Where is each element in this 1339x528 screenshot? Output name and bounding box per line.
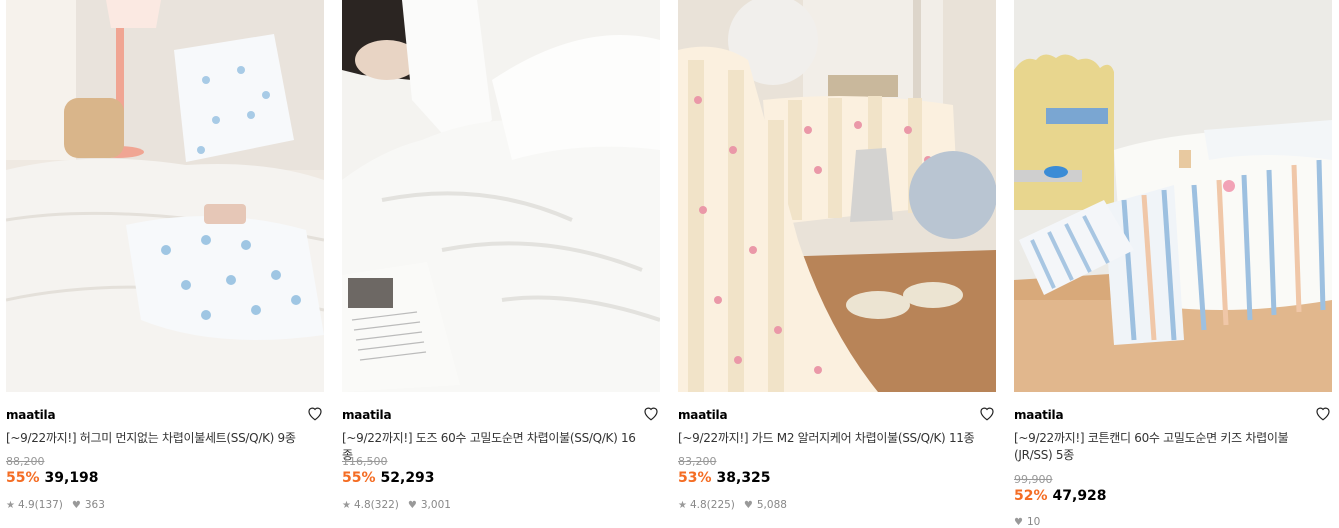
product-card[interactable]: maatila [~9/22까지!] 허그미 먼지없는 차렵이불세트(SS/Q/… xyxy=(6,0,324,511)
product-title[interactable]: [~9/22까지!] 코튼캔디 60수 고밀도순면 키즈 차렵이불(JR/SS)… xyxy=(1014,430,1314,464)
product-image[interactable] xyxy=(678,0,996,392)
product-title[interactable]: [~9/22까지!] 허그미 먼지없는 차렵이불세트(SS/Q/K) 9종 xyxy=(6,430,306,447)
review-count: (225) xyxy=(706,499,735,511)
discount-rate: 53% xyxy=(678,470,712,486)
sale-price: 52,293 xyxy=(380,470,435,486)
price-line: 55% 52,293 xyxy=(342,470,435,486)
review-count: (137) xyxy=(34,499,63,511)
price-line: 55% 39,198 xyxy=(6,470,99,486)
product-image[interactable] xyxy=(342,0,660,392)
heart-icon[interactable] xyxy=(306,404,324,422)
star-icon: ★ xyxy=(678,499,687,511)
heart-icon[interactable] xyxy=(1314,404,1332,422)
like-icon: ♥ xyxy=(407,499,417,511)
rating: 4.9 xyxy=(17,499,35,511)
price-line: 53% 38,325 xyxy=(678,470,771,486)
price-line: 52% 47,928 xyxy=(1014,488,1107,504)
rating: 4.8 xyxy=(689,499,707,511)
brand-name[interactable]: maatila xyxy=(1014,408,1064,422)
brand-name[interactable]: maatila xyxy=(678,408,728,422)
original-price: 83,200 xyxy=(678,455,717,468)
rating: 4.8 xyxy=(353,499,371,511)
product-card[interactable]: maatila [~9/22까지!] 코튼캔디 60수 고밀도순면 키즈 차렵이… xyxy=(1014,0,1332,528)
like-count: 5,088 xyxy=(756,499,787,511)
original-price: 116,500 xyxy=(342,455,388,468)
product-image[interactable] xyxy=(6,0,324,392)
sale-price: 39,198 xyxy=(44,470,99,486)
discount-rate: 55% xyxy=(6,470,40,486)
like-count: 363 xyxy=(84,499,105,511)
like-count: 10 xyxy=(1026,516,1041,528)
review-count: (322) xyxy=(370,499,399,511)
product-card[interactable]: maatila [~9/22까지!] 가드 M2 알러지케어 차렵이불(SS/Q… xyxy=(678,0,996,511)
like-icon: ♥ xyxy=(71,499,81,511)
brand-name[interactable]: maatila xyxy=(342,408,392,422)
original-price: 99,900 xyxy=(1014,473,1053,486)
like-icon: ♥ xyxy=(743,499,753,511)
heart-icon[interactable] xyxy=(978,404,996,422)
sale-price: 47,928 xyxy=(1052,488,1107,504)
product-card[interactable]: maatila [~9/22까지!] 도즈 60수 고밀도순면 차렵이불(SS/… xyxy=(342,0,660,511)
like-icon: ♥ xyxy=(1014,516,1023,528)
product-stats: ★ 4.9 (137) ♥ 363 xyxy=(6,499,105,511)
discount-rate: 55% xyxy=(342,470,376,486)
star-icon: ★ xyxy=(6,499,15,511)
product-stats: ♥ 10 xyxy=(1014,516,1040,528)
star-icon: ★ xyxy=(342,499,351,511)
sale-price: 38,325 xyxy=(716,470,771,486)
like-count: 3,001 xyxy=(420,499,451,511)
product-stats: ★ 4.8 (225) ♥ 5,088 xyxy=(678,499,787,511)
original-price: 88,200 xyxy=(6,455,45,468)
discount-rate: 52% xyxy=(1014,488,1048,504)
product-stats: ★ 4.8 (322) ♥ 3,001 xyxy=(342,499,451,511)
product-image[interactable] xyxy=(1014,0,1332,392)
heart-icon[interactable] xyxy=(642,404,660,422)
product-title[interactable]: [~9/22까지!] 가드 M2 알러지케어 차렵이불(SS/Q/K) 11종 xyxy=(678,430,978,447)
brand-name[interactable]: maatila xyxy=(6,408,56,422)
